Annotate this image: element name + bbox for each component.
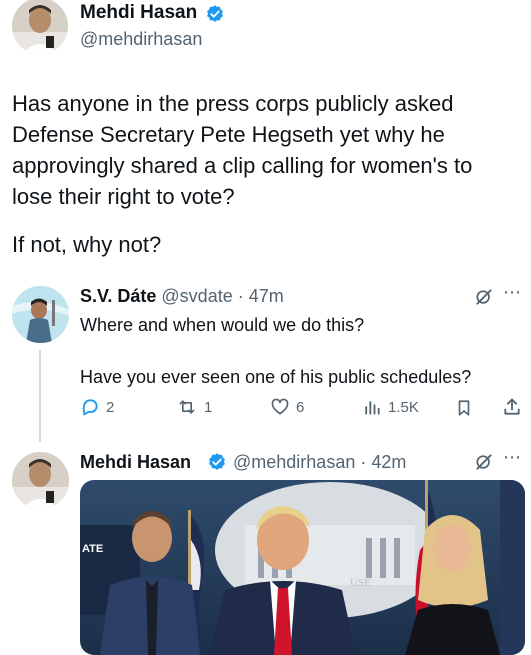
author-name[interactable]: Mehdi Hasan xyxy=(80,2,197,24)
author-name[interactable]: Mehdi Hasan xyxy=(80,451,191,473)
tweet-text: Has anyone in the press corps publicly a… xyxy=(12,88,527,260)
more-options-icon[interactable]: ⋯ xyxy=(503,447,522,468)
tweet-text-line: Defense Secretary Pete Hegseth yet why h… xyxy=(12,122,445,147)
reply-button[interactable]: 2 xyxy=(80,397,114,417)
photo-sign-text: ATE xyxy=(82,543,103,555)
reply-icon xyxy=(82,399,98,416)
repost-icon xyxy=(179,400,195,414)
avatar[interactable] xyxy=(12,286,69,343)
more-options-icon[interactable]: ⋯ xyxy=(503,282,522,303)
tweet-photo[interactable]: ATE USE xyxy=(80,480,525,655)
photo-sign-text: USE xyxy=(350,577,371,589)
views-button[interactable]: 1.5K xyxy=(362,397,419,417)
views-count: 1.5K xyxy=(388,398,419,416)
avatar[interactable] xyxy=(12,452,69,509)
thread-line xyxy=(39,350,41,442)
tweet-text-line: lose their right to vote? xyxy=(12,184,235,209)
reply-text-line: Where and when would we do this? xyxy=(80,315,365,335)
grok-icon[interactable] xyxy=(474,452,494,477)
reply-header: S.V. Dáte @svdate · 47m xyxy=(80,285,284,307)
tweet-text-line: If not, why not? xyxy=(12,232,162,257)
author-handle[interactable]: @mehdirhasan xyxy=(80,28,202,50)
share-icon[interactable] xyxy=(502,397,522,422)
like-count: 6 xyxy=(296,398,305,416)
author-name[interactable]: S.V. Dáte xyxy=(80,286,156,306)
bookmark-icon[interactable] xyxy=(455,398,473,423)
grok-icon[interactable] xyxy=(474,287,494,312)
like-button[interactable]: 6 xyxy=(270,397,304,417)
reply-text-line: Have you ever seen one of his public sch… xyxy=(80,367,472,387)
avatar[interactable] xyxy=(12,0,68,54)
repost-count: 1 xyxy=(204,398,213,416)
repost-button[interactable]: 1 xyxy=(176,397,212,417)
tweet-text-line: approvingly shared a clip calling for wo… xyxy=(12,153,473,178)
reply-count: 2 xyxy=(106,398,115,416)
verified-badge-icon xyxy=(207,452,227,477)
tweet-text-line: Has anyone in the press corps publicly a… xyxy=(12,91,454,116)
heart-icon xyxy=(271,398,289,415)
handle-timestamp[interactable]: @svdate · 47m xyxy=(161,286,283,306)
reply-text: Where and when would we do this? Have yo… xyxy=(80,312,525,390)
handle-timestamp[interactable]: @mehdirhasan · 42m xyxy=(233,451,406,473)
verified-badge-icon xyxy=(205,4,225,29)
views-icon xyxy=(365,401,380,415)
